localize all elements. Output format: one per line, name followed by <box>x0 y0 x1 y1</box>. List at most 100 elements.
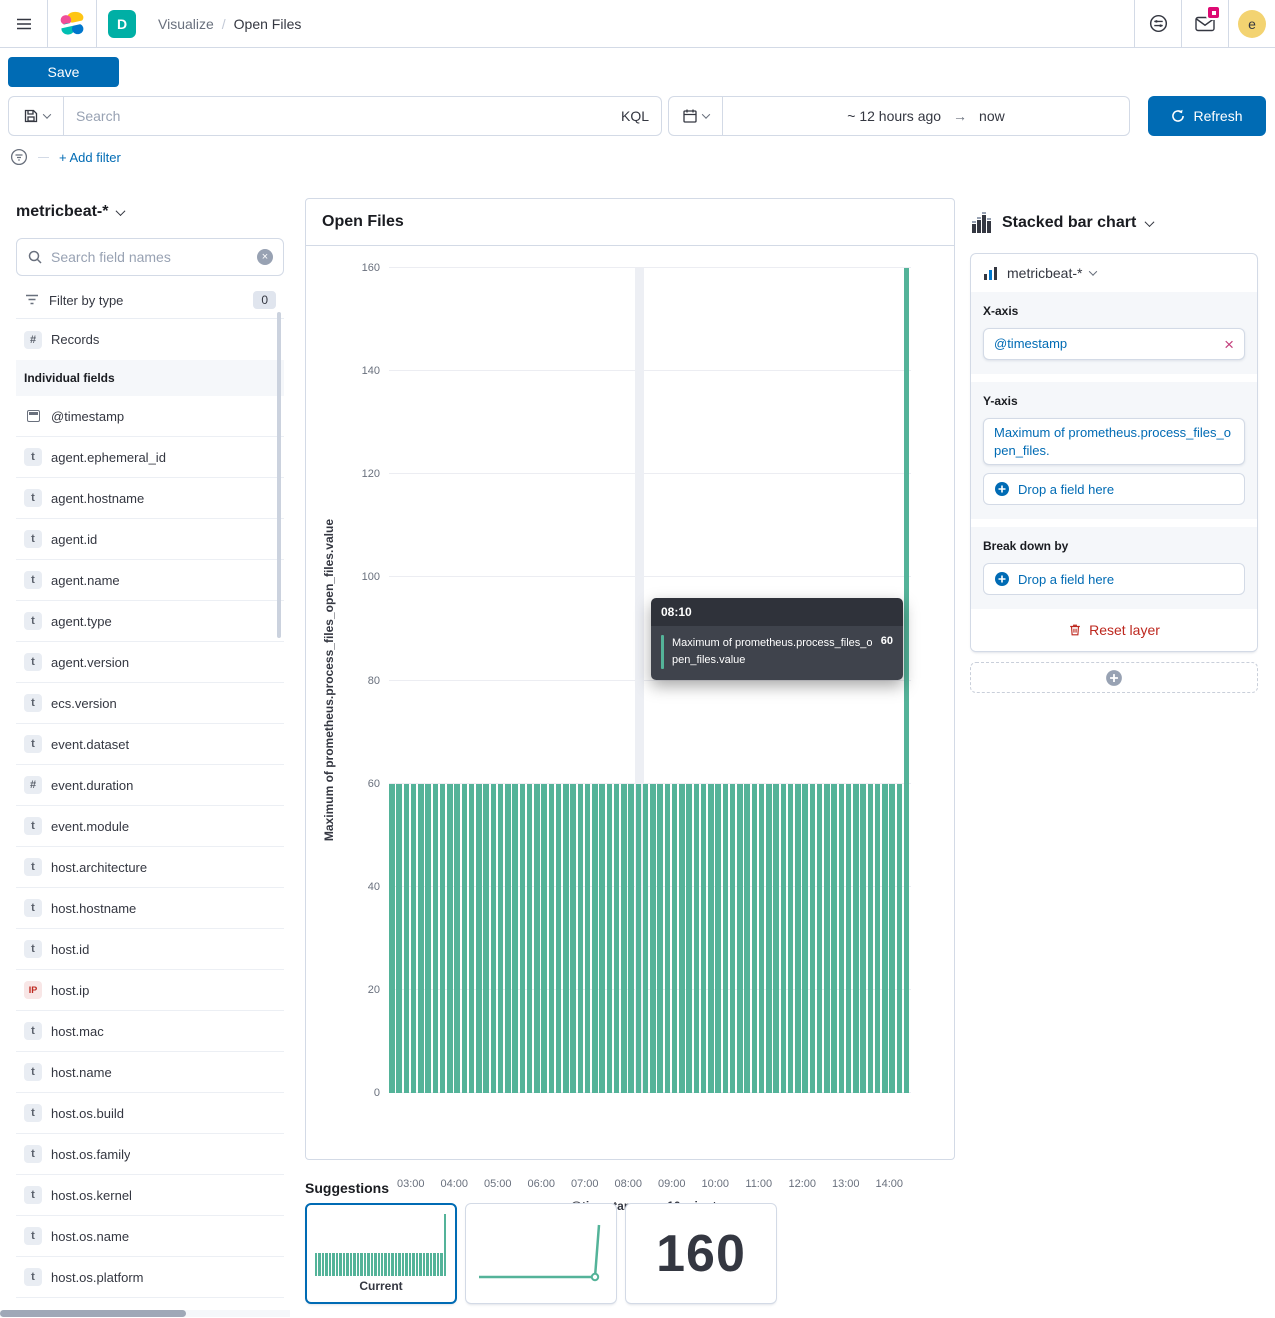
bar[interactable] <box>534 784 540 1093</box>
breadcrumb-visualize[interactable]: Visualize <box>158 16 214 32</box>
bar[interactable] <box>904 268 910 1093</box>
bar[interactable] <box>404 784 410 1093</box>
field-item[interactable]: thost.hostname <box>16 888 284 929</box>
bar[interactable] <box>752 784 758 1093</box>
field-item[interactable]: thost.id <box>16 929 284 970</box>
saved-query-menu-button[interactable] <box>8 96 64 136</box>
suggestion-metric[interactable]: 160 <box>625 1203 777 1304</box>
bar[interactable] <box>411 784 417 1093</box>
bar[interactable] <box>512 784 518 1093</box>
field-item[interactable]: tevent.dataset <box>16 724 284 765</box>
bar[interactable] <box>897 784 903 1093</box>
bar[interactable] <box>875 784 881 1093</box>
bar[interactable] <box>694 784 700 1093</box>
bar[interactable] <box>454 784 460 1093</box>
suggestion-current[interactable]: Current <box>305 1203 457 1304</box>
bar[interactable] <box>563 784 569 1093</box>
field-item[interactable]: thost.os.build <box>16 1093 284 1134</box>
field-item[interactable]: thost.name <box>16 1052 284 1093</box>
bar[interactable] <box>578 784 584 1093</box>
bar[interactable] <box>686 784 692 1093</box>
bar[interactable] <box>723 784 729 1093</box>
bar[interactable] <box>781 784 787 1093</box>
bar[interactable] <box>433 784 439 1093</box>
field-item[interactable]: thost.mac <box>16 1011 284 1052</box>
field-item[interactable]: tagent.id <box>16 519 284 560</box>
field-item[interactable]: #event.duration <box>16 765 284 806</box>
field-item[interactable]: IPhost.ip <box>16 970 284 1011</box>
bar[interactable] <box>607 784 613 1093</box>
bar[interactable] <box>527 784 533 1093</box>
bar[interactable] <box>570 784 576 1093</box>
bar[interactable] <box>795 784 801 1093</box>
bar[interactable] <box>665 784 671 1093</box>
field-item[interactable]: tevent.module <box>16 806 284 847</box>
bar[interactable] <box>520 784 526 1093</box>
bar[interactable] <box>701 784 707 1093</box>
sidebar-scrollbar[interactable] <box>277 312 281 638</box>
bar[interactable] <box>491 784 497 1093</box>
bar[interactable] <box>759 784 765 1093</box>
bar[interactable] <box>614 784 620 1093</box>
clear-search-icon[interactable]: × <box>257 249 273 265</box>
field-item[interactable]: thost.os.family <box>16 1134 284 1175</box>
save-button[interactable]: Save <box>8 57 119 87</box>
user-menu-button[interactable]: e <box>1228 0 1275 47</box>
remove-dimension-icon[interactable]: × <box>1224 336 1234 353</box>
query-language-button[interactable]: KQL <box>611 108 649 124</box>
bar[interactable] <box>469 784 475 1093</box>
bar[interactable] <box>744 784 750 1093</box>
bar[interactable] <box>672 784 678 1093</box>
bar[interactable] <box>773 784 779 1093</box>
bar[interactable] <box>636 784 642 1093</box>
horizontal-scrollbar[interactable] <box>0 1310 186 1317</box>
index-pattern-switcher[interactable]: metricbeat-* <box>16 200 284 224</box>
bar[interactable] <box>628 784 634 1093</box>
query-search-input[interactable] <box>76 108 611 124</box>
help-menu-button[interactable] <box>1134 0 1181 47</box>
bar[interactable] <box>476 784 482 1093</box>
y-axis-drop-zone[interactable]: Drop a field here <box>983 473 1245 505</box>
bar[interactable] <box>592 784 598 1093</box>
newsfeed-button[interactable] <box>1181 0 1228 47</box>
field-item[interactable]: tagent.type <box>16 601 284 642</box>
bar[interactable] <box>788 784 794 1093</box>
bar[interactable] <box>679 784 685 1093</box>
bar[interactable] <box>650 784 656 1093</box>
bar[interactable] <box>505 784 511 1093</box>
bar[interactable] <box>860 784 866 1093</box>
bar[interactable] <box>882 784 888 1093</box>
field-item[interactable]: tagent.ephemeral_id <box>16 437 284 478</box>
bar[interactable] <box>440 784 446 1093</box>
bar[interactable] <box>418 784 424 1093</box>
refresh-button[interactable]: Refresh <box>1148 96 1266 136</box>
time-range-picker[interactable]: ~ 12 hours ago → now <box>723 96 1130 136</box>
layer-index-pattern-switcher[interactable]: metricbeat-* <box>971 254 1257 292</box>
main-menu-button[interactable] <box>0 0 48 47</box>
bar[interactable] <box>846 784 852 1093</box>
bar[interactable] <box>839 784 845 1093</box>
bar[interactable] <box>462 784 468 1093</box>
suggestion-line-chart[interactable] <box>465 1203 617 1304</box>
bar[interactable] <box>447 784 453 1093</box>
bar[interactable] <box>599 784 605 1093</box>
bar[interactable] <box>831 784 837 1093</box>
space-avatar[interactable]: D <box>108 10 136 38</box>
bar[interactable] <box>541 784 547 1093</box>
time-range-to[interactable]: now <box>979 108 1005 124</box>
field-item[interactable]: tagent.hostname <box>16 478 284 519</box>
quick-time-menu-button[interactable] <box>668 96 723 136</box>
bar[interactable] <box>396 784 402 1093</box>
add-filter-link[interactable]: + Add filter <box>59 150 121 165</box>
bar[interactable] <box>853 784 859 1093</box>
bar[interactable] <box>556 784 562 1093</box>
bar[interactable] <box>766 784 772 1093</box>
bar[interactable] <box>585 784 591 1093</box>
bar[interactable] <box>737 784 743 1093</box>
field-item[interactable]: thost.os.platform <box>16 1257 284 1298</box>
reset-layer-button[interactable]: Reset layer <box>971 609 1257 651</box>
filter-by-type-button[interactable]: Filter by type 0 <box>16 282 284 318</box>
bar[interactable] <box>549 784 555 1093</box>
bar[interactable] <box>810 784 816 1093</box>
field-item[interactable]: thost.os.kernel <box>16 1175 284 1216</box>
